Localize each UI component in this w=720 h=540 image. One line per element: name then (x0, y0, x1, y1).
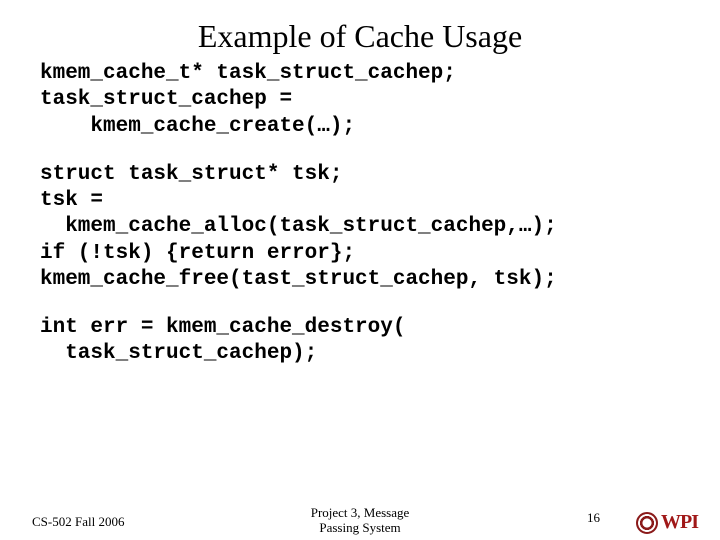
gap-1 (0, 140, 720, 162)
wpi-seal-icon (636, 512, 658, 534)
wpi-logo-text: WPI (661, 511, 698, 534)
footer-left: CS-502 Fall 2006 (32, 514, 124, 530)
page-number: 16 (587, 510, 600, 526)
code-block-1: kmem_cache_t* task_struct_cachep; task_s… (0, 61, 720, 140)
gap-2 (0, 293, 720, 315)
slide-title: Example of Cache Usage (0, 0, 720, 61)
code-block-3: int err = kmem_cache_destroy( task_struc… (0, 315, 720, 368)
footer-center: Project 3, Message Passing System (311, 505, 410, 536)
wpi-logo: WPI (636, 511, 698, 534)
slide: Example of Cache Usage kmem_cache_t* tas… (0, 0, 720, 540)
code-area: kmem_cache_t* task_struct_cachep; task_s… (0, 61, 720, 368)
code-block-2: struct task_struct* tsk; tsk = kmem_cach… (0, 162, 720, 293)
